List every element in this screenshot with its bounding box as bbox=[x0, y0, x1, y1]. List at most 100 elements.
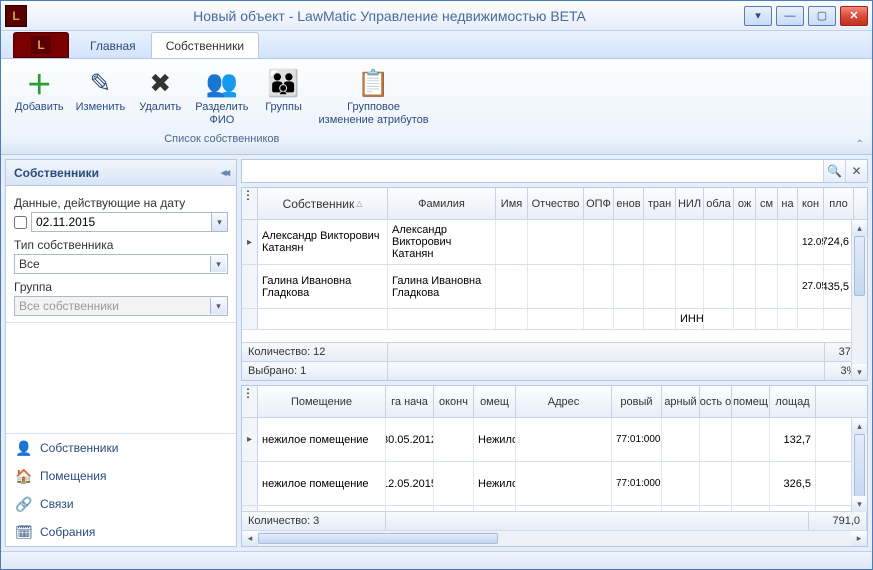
col-13[interactable]: кон bbox=[798, 188, 824, 219]
col-type[interactable]: омещ bbox=[474, 386, 516, 417]
tab-owners[interactable]: Собственники bbox=[151, 32, 259, 58]
col-premise[interactable]: Помещение bbox=[258, 386, 386, 417]
left-panel: Собственники ◂◂ Данные, действующие на д… bbox=[5, 159, 237, 547]
add-button[interactable]: ＋Добавить bbox=[9, 65, 70, 129]
col-7[interactable]: арный bbox=[662, 386, 700, 417]
table-row[interactable]: ▸ нежилое помещение 30.05.2012 Нежилое 7… bbox=[242, 418, 867, 462]
col-patronymic[interactable]: Отчество bbox=[528, 188, 584, 219]
tab-main[interactable]: Главная bbox=[75, 32, 151, 58]
col-owner[interactable]: Собственник△ bbox=[258, 188, 388, 219]
link-icon: 🔗 bbox=[16, 496, 32, 512]
count-label: Количество: 12 bbox=[242, 343, 388, 361]
table-row[interactable]: ИНН bbox=[242, 309, 867, 330]
table-row[interactable]: нежилое помещение 12.05.2015 Нежилое 77:… bbox=[242, 462, 867, 506]
ribbon: ＋Добавить ✎Изменить ✖Удалить 👥Разделить … bbox=[1, 59, 872, 155]
status-bar bbox=[1, 551, 872, 569]
clear-search-button[interactable]: ✕ bbox=[845, 160, 867, 182]
date-enable-checkbox[interactable] bbox=[14, 216, 27, 229]
close-button[interactable]: ✕ bbox=[840, 6, 868, 26]
window-title: Новый объект - LawMatic Управление недви… bbox=[35, 8, 744, 24]
date-label: Данные, действующие на дату bbox=[14, 196, 228, 210]
col-14[interactable]: пло bbox=[824, 188, 854, 219]
row-selector-header[interactable]: ⋮ bbox=[242, 386, 258, 417]
col-area[interactable]: лощад bbox=[770, 386, 816, 417]
col-date-start[interactable]: га нача bbox=[386, 386, 434, 417]
row-selector-header[interactable]: ⋮ bbox=[242, 188, 258, 219]
search-bar: 🔍 ✕ bbox=[241, 159, 868, 183]
col-cadastral[interactable]: ровый bbox=[612, 386, 662, 417]
col-6[interactable]: енов bbox=[614, 188, 644, 219]
ribbon-tabs: L Главная Собственники bbox=[1, 31, 872, 59]
edit-button[interactable]: ✎Изменить bbox=[70, 65, 132, 129]
delete-icon: ✖ bbox=[144, 67, 176, 99]
minimize-button[interactable]: — bbox=[776, 6, 804, 26]
split-icon: 👥 bbox=[206, 67, 238, 99]
bulk-icon: 📋 bbox=[358, 67, 390, 99]
total-label: 791,0 bbox=[809, 512, 867, 530]
premises-grid[interactable]: ⋮ Помещение га нача оконч омещ Адрес ров… bbox=[241, 385, 868, 547]
groups-button[interactable]: 👪Группы bbox=[255, 65, 313, 129]
col-7[interactable]: тран bbox=[644, 188, 676, 219]
col-address[interactable]: Адрес bbox=[516, 386, 612, 417]
app-window: L Новый объект - LawMatic Управление нед… bbox=[0, 0, 873, 570]
ribbon-collapse-button[interactable]: ⌃ bbox=[856, 139, 864, 150]
left-panel-collapse-button[interactable]: ◂◂ bbox=[221, 166, 228, 179]
close-icon: ✕ bbox=[851, 164, 861, 178]
table-row[interactable]: Галина Ивановна Гладкова Галина Ивановна… bbox=[242, 265, 867, 309]
app-menu-button[interactable]: L bbox=[13, 32, 69, 58]
col-lastname[interactable]: Фамилия bbox=[388, 188, 496, 219]
search-icon: 🔍 bbox=[827, 164, 842, 178]
search-input[interactable] bbox=[242, 160, 823, 182]
count-label: Количество: 3 bbox=[242, 512, 386, 530]
dropdown-window-button[interactable]: ▾ bbox=[744, 6, 772, 26]
col-8[interactable]: НИЛ bbox=[676, 188, 704, 219]
nav-list: 👤Собственники 🏠Помещения 🔗Связи 🗓Собрани… bbox=[6, 433, 236, 546]
vertical-scrollbar[interactable]: ▴▾ bbox=[851, 220, 867, 380]
grid-footer: Количество: 3 791,0 bbox=[242, 511, 867, 530]
col-12[interactable]: на bbox=[778, 188, 798, 219]
nav-meetings[interactable]: 🗓Собрания bbox=[6, 518, 236, 546]
left-panel-header: Собственники ◂◂ bbox=[6, 160, 236, 186]
owner-type-label: Тип собственника bbox=[14, 238, 228, 252]
maximize-button[interactable]: ▢ bbox=[808, 6, 836, 26]
row-indicator-icon: ▸ bbox=[242, 220, 258, 264]
col-firstname[interactable]: Имя bbox=[496, 188, 528, 219]
nav-links[interactable]: 🔗Связи bbox=[6, 490, 236, 518]
meeting-icon: 🗓 bbox=[16, 524, 32, 540]
owner-type-combo[interactable]: Все▾ bbox=[14, 254, 228, 274]
nav-premises[interactable]: 🏠Помещения bbox=[6, 462, 236, 490]
nav-owners[interactable]: 👤Собственники bbox=[6, 434, 236, 462]
pencil-icon: ✎ bbox=[84, 67, 116, 99]
col-opf[interactable]: ОПФ bbox=[584, 188, 614, 219]
person-icon: 👤 bbox=[16, 440, 32, 456]
chevron-down-icon: ▾ bbox=[210, 298, 226, 314]
left-panel-title: Собственники bbox=[14, 166, 99, 180]
grid-footer: Количество: 12 37,5 bbox=[242, 342, 867, 361]
groups-icon: 👪 bbox=[268, 67, 300, 99]
col-8[interactable]: ость о bbox=[700, 386, 732, 417]
col-10[interactable]: ож bbox=[734, 188, 756, 219]
vertical-scrollbar[interactable]: ▴▾ bbox=[851, 418, 867, 512]
grid-footer-2: Выбрано: 1 3%) bbox=[242, 361, 867, 380]
date-dropdown-icon[interactable]: ▾ bbox=[211, 213, 227, 231]
home-icon: 🏠 bbox=[16, 468, 32, 484]
delete-button[interactable]: ✖Удалить bbox=[131, 65, 189, 129]
col-9[interactable]: помещ bbox=[732, 386, 770, 417]
date-input[interactable] bbox=[31, 212, 228, 232]
horizontal-scrollbar[interactable]: ◂▸ bbox=[242, 530, 867, 546]
search-button[interactable]: 🔍 bbox=[823, 160, 845, 182]
table-row[interactable]: ▸ Александр Викторович Катанян Александр… bbox=[242, 220, 867, 265]
plus-icon: ＋ bbox=[23, 67, 55, 99]
split-fio-button[interactable]: 👥Разделить ФИО bbox=[189, 65, 254, 129]
chevron-down-icon: ▾ bbox=[210, 256, 226, 272]
selected-label: Выбрано: 1 bbox=[242, 362, 388, 380]
owners-grid[interactable]: ⋮ Собственник△ Фамилия Имя Отчество ОПФ … bbox=[241, 187, 868, 381]
titlebar: L Новый объект - LawMatic Управление нед… bbox=[1, 1, 872, 31]
col-11[interactable]: см bbox=[756, 188, 778, 219]
col-9[interactable]: обла bbox=[704, 188, 734, 219]
row-indicator-icon: ▸ bbox=[242, 418, 258, 461]
group-combo[interactable]: Все собственники▾ bbox=[14, 296, 228, 316]
col-date-end[interactable]: оконч bbox=[434, 386, 474, 417]
bulk-edit-button[interactable]: 📋Групповое изменение атрибутов bbox=[313, 65, 435, 129]
ribbon-group-caption: Список собственников bbox=[164, 133, 279, 145]
